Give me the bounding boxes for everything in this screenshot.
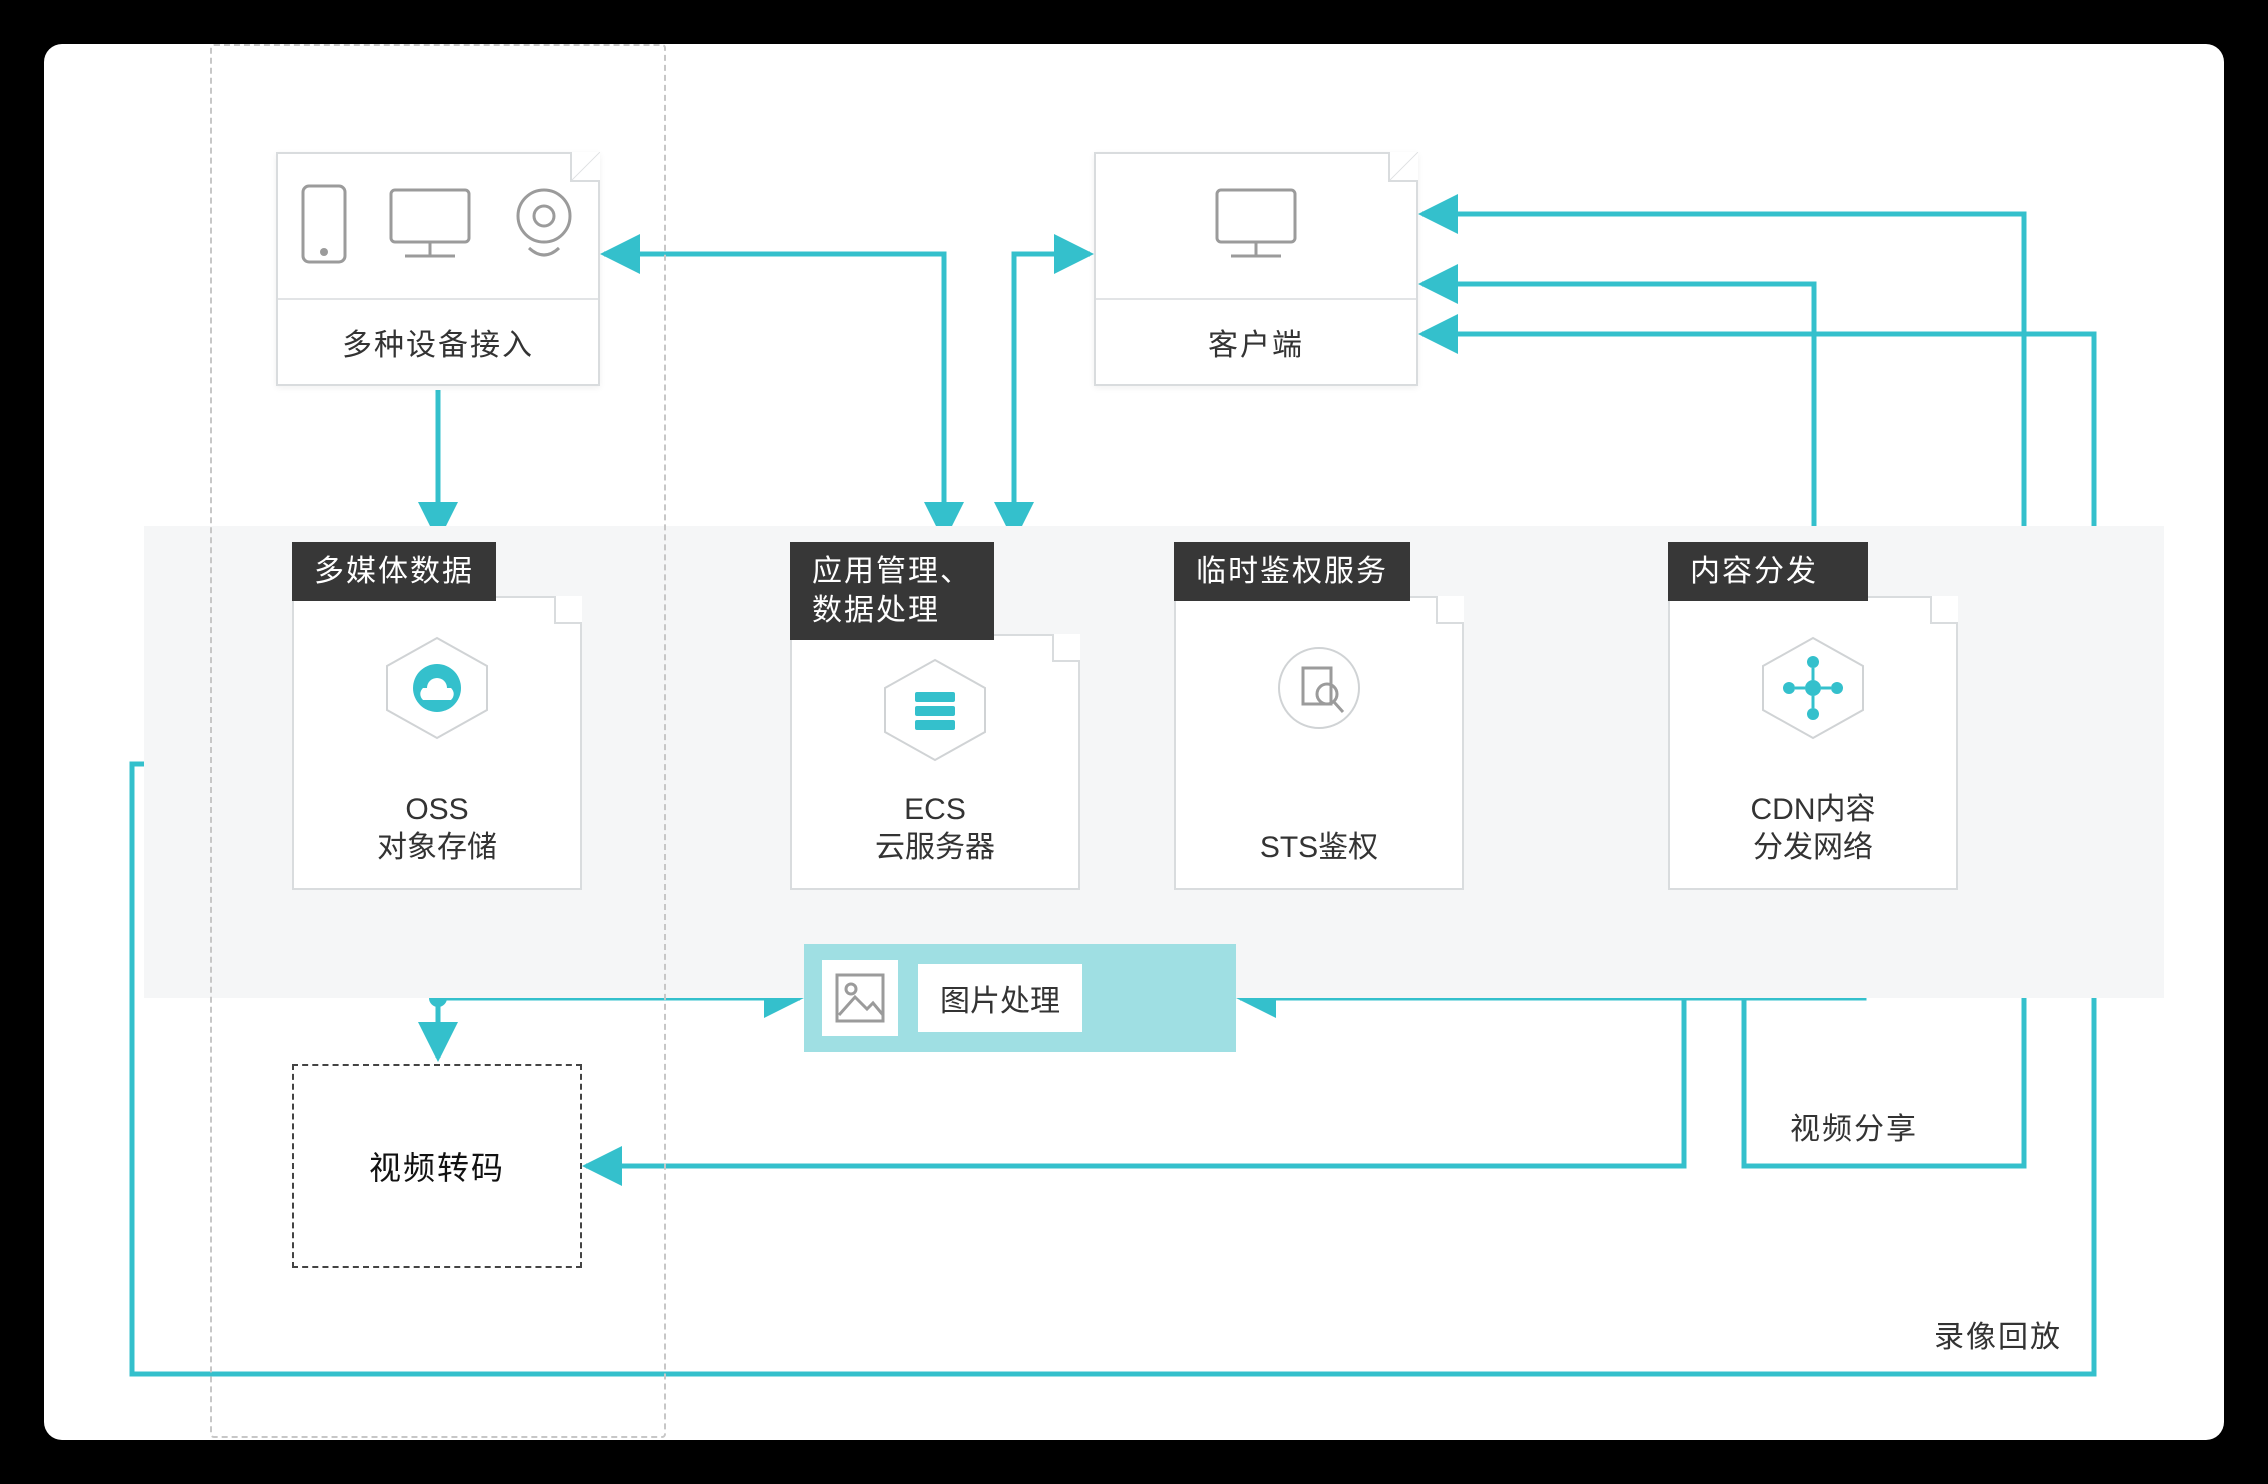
devices-caption: 多种设备接入 <box>278 298 598 384</box>
service-sts: 临时鉴权服务 STS鉴权 <box>1174 542 1464 890</box>
ecs-label: ECS 云服务器 <box>792 791 1078 866</box>
sts-title: 临时鉴权服务 <box>1174 542 1410 601</box>
architecture-diagram: 多种设备接入 客户端 多媒体数据 OSS 对象存储 应用管理、 数据处理 <box>44 44 2224 1440</box>
cdn-label: CDN内容 分发网络 <box>1670 791 1956 866</box>
service-cdn: 内容分发 CDN内容 分发网络 <box>1668 542 1958 890</box>
service-ecs: 应用管理、 数据处理 ECS 云服务器 <box>790 542 1080 890</box>
oss-label: OSS 对象存储 <box>294 791 580 866</box>
device-icons-row <box>278 182 598 266</box>
image-icon <box>822 960 898 1036</box>
monitor-icon <box>1211 182 1301 266</box>
oss-title: 多媒体数据 <box>292 542 496 601</box>
oss-sub: 对象存储 <box>294 829 580 867</box>
image-processing-box: 图片处理 <box>804 944 1236 1052</box>
sts-body: STS鉴权 <box>1174 596 1464 890</box>
cdn-sub: 分发网络 <box>1670 829 1956 867</box>
devices-card: 多种设备接入 <box>276 152 600 386</box>
network-hex-icon <box>1753 632 1873 742</box>
service-oss: 多媒体数据 OSS 对象存储 <box>292 542 582 890</box>
cdn-title: 内容分发 <box>1668 542 1868 601</box>
client-card: 客户端 <box>1094 152 1418 386</box>
search-doc-icon <box>1259 632 1379 742</box>
label-video-share: 视频分享 <box>1790 1104 1918 1148</box>
camera-icon <box>509 182 579 266</box>
video-transcode-label: 视频转码 <box>369 1143 505 1189</box>
cloud-hex-icon <box>377 632 497 742</box>
oss-body: OSS 对象存储 <box>292 596 582 890</box>
oss-name: OSS <box>294 791 580 829</box>
monitor-icon <box>385 182 475 266</box>
server-hex-icon <box>875 654 995 764</box>
video-transcode-box: 视频转码 <box>292 1064 582 1268</box>
phone-icon <box>297 182 351 266</box>
client-icon-row <box>1096 182 1416 266</box>
label-record-playback: 录像回放 <box>1934 1312 2062 1356</box>
image-processing-label: 图片处理 <box>918 964 1082 1032</box>
ecs-sub: 云服务器 <box>792 829 1078 867</box>
ecs-name: ECS <box>792 791 1078 829</box>
sts-name: STS鉴权 <box>1176 829 1462 867</box>
ecs-title: 应用管理、 数据处理 <box>790 542 994 640</box>
cdn-name: CDN内容 <box>1670 791 1956 829</box>
client-caption: 客户端 <box>1096 298 1416 384</box>
sts-label: STS鉴权 <box>1176 829 1462 867</box>
cdn-body: CDN内容 分发网络 <box>1668 596 1958 890</box>
ecs-body: ECS 云服务器 <box>790 634 1080 890</box>
